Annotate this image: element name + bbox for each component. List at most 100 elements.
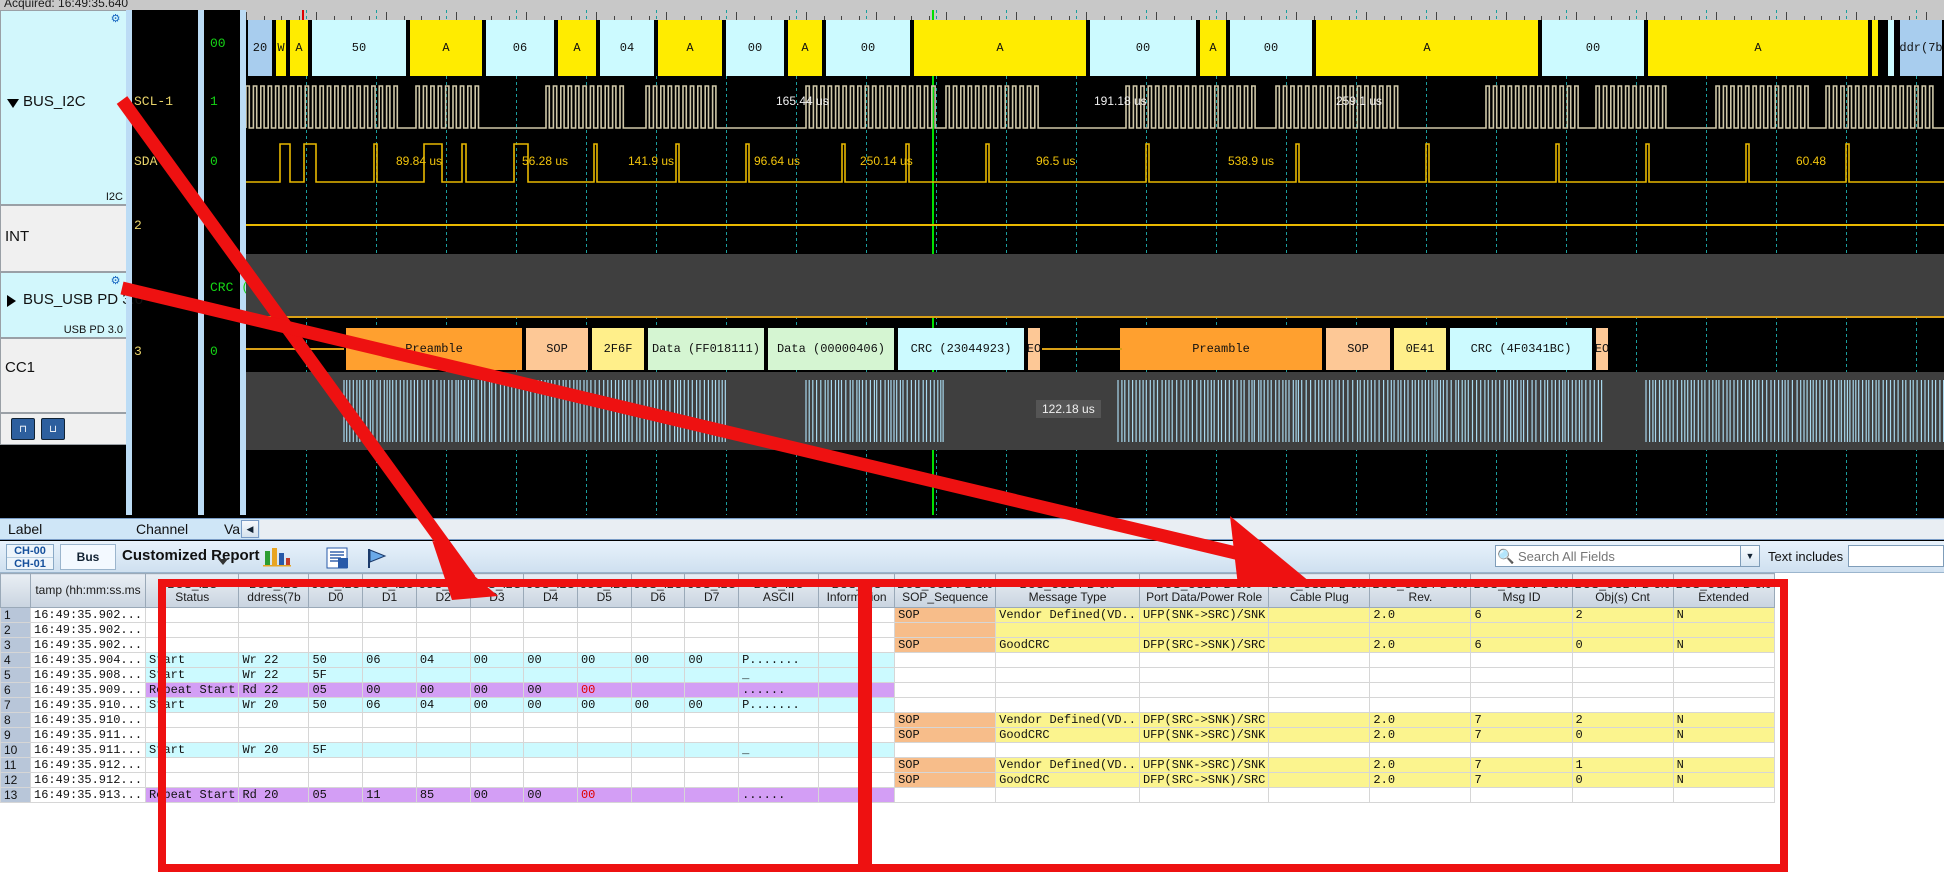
i2c-decode-block[interactable]: A: [656, 20, 724, 76]
table-row[interactable]: 1216:49:35.912...SOPGoodCRCDFP(SRC->SNK)…: [1, 773, 1775, 788]
usbpd-decode-block[interactable]: Preamble: [1118, 328, 1324, 370]
search-icon[interactable]: 🔍: [1497, 548, 1514, 565]
i2c-decode-block[interactable]: A: [288, 20, 310, 76]
usbpd-decode-block[interactable]: Preamble: [344, 328, 524, 370]
table-row[interactable]: 716:49:35.910...StartWr 2050060400000000…: [1, 698, 1775, 713]
search-input[interactable]: [1516, 545, 1731, 567]
bus-button[interactable]: Bus: [60, 544, 116, 570]
search-dropdown-button[interactable]: ▼: [1740, 545, 1760, 567]
table-row[interactable]: 316:49:35.902...SOPGoodCRCDFP(SRC->SNK)/…: [1, 638, 1775, 653]
table-row[interactable]: 1016:49:35.911...StartWr 205F_: [1, 743, 1775, 758]
text-includes-input[interactable]: [1848, 545, 1944, 567]
report-table-element[interactable]: tamp (hh:mm:ss.msBUS_I2CStatusBUS_I2Cddr…: [0, 573, 1775, 803]
gear-icon[interactable]: ⚙: [110, 14, 121, 25]
report-table[interactable]: tamp (hh:mm:ss.msBUS_I2CStatusBUS_I2Cddr…: [0, 573, 1944, 874]
run-flag-icon[interactable]: [358, 544, 392, 570]
col-i2c-9[interactable]: 3US_I2CD7: [685, 574, 739, 608]
col-usbpd-6[interactable]: BUS_USB PD 3.0Obj(s) Cnt: [1572, 574, 1673, 608]
i2c-decode-block[interactable]: Addr(7b): [1898, 20, 1944, 76]
table-row[interactable]: 616:49:35.909...Repeat StartRd 220500000…: [1, 683, 1775, 698]
i2c-marker2-icon[interactable]: ⊔: [41, 418, 65, 440]
col-i2c-2[interactable]: 3US_I2CD0: [309, 574, 363, 608]
i2c-decode-block[interactable]: A: [786, 20, 824, 76]
col-usbpd-3[interactable]: BUS_USB PD 3.0Cable Plug: [1269, 574, 1370, 608]
usbpd-decode-block[interactable]: Data (FF018111): [646, 328, 766, 370]
col-usbpd-2[interactable]: BUS_USB PD 3.0Port Data/Power Role: [1139, 574, 1268, 608]
i2c-decode-block[interactable]: 00: [1540, 20, 1646, 76]
i2c-decode-block[interactable]: 06: [484, 20, 556, 76]
i2c-decode-block[interactable]: A: [912, 20, 1088, 76]
channel-badge[interactable]: CH-00 CH-01: [6, 544, 54, 570]
col-i2c-7[interactable]: 3US_I2CD5: [577, 574, 631, 608]
usbpd-decode-block[interactable]: SOP: [524, 328, 590, 370]
report-toolbar[interactable]: CH-00 CH-01 Bus Customized Report 🔍 ▼ Te…: [0, 541, 1944, 573]
sidebar-item-bus-i2c[interactable]: ⚙ BUS_I2C I2C: [0, 10, 128, 205]
col-rownum[interactable]: [1, 574, 31, 608]
col-i2c-11[interactable]: BUS_I2CInformation: [819, 574, 895, 608]
table-row[interactable]: 1116:49:35.912...SOPVendor Defined(VD..U…: [1, 758, 1775, 773]
table-row[interactable]: 816:49:35.910...SOPVendor Defined(VD..DF…: [1, 713, 1775, 728]
col-i2c-4[interactable]: 3US_I2CD2: [416, 574, 470, 608]
usbpd-decode-block[interactable]: EO: [1594, 328, 1610, 370]
col-i2c-0[interactable]: BUS_I2CStatus: [146, 574, 239, 608]
col-i2c-6[interactable]: 3US_I2CD4: [524, 574, 578, 608]
col-i2c-1[interactable]: BUS_I2Cddress(7b: [239, 574, 309, 608]
i2c-decode-block[interactable]: 04: [598, 20, 656, 76]
table-body[interactable]: 116:49:35.902...SOPVendor Defined(VD..UF…: [1, 608, 1775, 803]
i2c-decode-block[interactable]: W: [274, 20, 288, 76]
sidebar-item-bus-usbpd[interactable]: ⚙ BUS_USB PD 3.0 USB PD 3.0: [0, 272, 128, 338]
col-i2c-3[interactable]: 3US_I2CD1: [363, 574, 417, 608]
bar-chart-icon[interactable]: [258, 544, 292, 570]
scroll-left-button[interactable]: ◀: [241, 520, 259, 538]
i2c-decode-block[interactable]: 00: [724, 20, 786, 76]
i2c-decode-block[interactable]: 00: [824, 20, 912, 76]
i2c-decode-block[interactable]: [1886, 20, 1896, 76]
i2c-decode-block[interactable]: A: [1314, 20, 1540, 76]
table-row[interactable]: 116:49:35.902...SOPVendor Defined(VD..UF…: [1, 608, 1775, 623]
trigger-cursor[interactable]: [302, 10, 304, 20]
table-row[interactable]: 516:49:35.908...StartWr 225F_: [1, 668, 1775, 683]
i2c-marker-icon[interactable]: ⊓: [11, 418, 35, 440]
table-row[interactable]: 216:49:35.902...: [1, 623, 1775, 638]
i2c-decode-block[interactable]: A: [1646, 20, 1870, 76]
col-i2c-8[interactable]: 3US_I2CD6: [631, 574, 685, 608]
customized-report-label[interactable]: Customized Report: [122, 547, 260, 564]
sidebar-item-int[interactable]: INT: [0, 205, 128, 272]
waveform-plot[interactable]: 20WA50A06A04A00A00A00A00A00AAddr(7b) 165…: [246, 10, 1944, 515]
col-usbpd-5[interactable]: BUS_USB PD 3.0Msg ID: [1471, 574, 1572, 608]
col-i2c-10[interactable]: BUS_I2CASCII: [739, 574, 819, 608]
i2c-decode-block[interactable]: 50: [310, 20, 408, 76]
export-report-icon[interactable]: [320, 544, 354, 570]
i2c-decode-block[interactable]: A: [1198, 20, 1228, 76]
waveform-area[interactable]: ⚙ BUS_I2C I2C INT ⚙ BUS_USB PD 3.0 USB P…: [0, 10, 1944, 515]
usbpd-decode-block[interactable]: 2F6F: [590, 328, 646, 370]
chevron-down-icon[interactable]: [218, 559, 228, 565]
usbpd-decode-block[interactable]: SOP: [1324, 328, 1392, 370]
table-row[interactable]: 916:49:35.911...SOPGoodCRCUFP(SNK->SRC)/…: [1, 728, 1775, 743]
usbpd-decode-block[interactable]: CRC (4F0341BC): [1448, 328, 1594, 370]
i2c-decode-block[interactable]: [1870, 20, 1880, 76]
sidebar-item-cc1[interactable]: CC1: [0, 338, 128, 413]
col-usbpd-0[interactable]: BUS_USB PD 3.0SOP_Sequence: [895, 574, 996, 608]
col-usbpd-7[interactable]: BUS_USB PD 3.0Extended: [1673, 574, 1774, 608]
col-i2c-5[interactable]: 3US_I2CD3: [470, 574, 524, 608]
i2c-decode-block[interactable]: A: [408, 20, 484, 76]
chevron-right-icon[interactable]: [7, 295, 16, 307]
col-timestamp[interactable]: tamp (hh:mm:ss.ms: [31, 574, 146, 608]
chevron-down-icon[interactable]: [7, 99, 19, 108]
table-row[interactable]: 416:49:35.904...StartWr 2250060400000000…: [1, 653, 1775, 668]
scrollbar-track[interactable]: [260, 520, 1944, 539]
i2c-decode-block[interactable]: A: [556, 20, 598, 76]
i2c-decode-block[interactable]: 20: [246, 20, 274, 76]
col-usbpd-4[interactable]: BUS_USB PD 3.0Rev.: [1370, 574, 1471, 608]
col-usbpd-1[interactable]: BUS_USB PD 3.0Message Type: [996, 574, 1140, 608]
usbpd-decode-block[interactable]: Data (00000406): [766, 328, 896, 370]
usbpd-decode-block[interactable]: 0E41: [1392, 328, 1448, 370]
i2c-decode-block[interactable]: 00: [1228, 20, 1314, 76]
usbpd-decode-block[interactable]: CRC (23044923): [896, 328, 1026, 370]
table-row[interactable]: 1316:49:35.913...Repeat StartRd 20051185…: [1, 788, 1775, 803]
i2c-decode-block[interactable]: 00: [1088, 20, 1198, 76]
usbpd-decode-block[interactable]: EO: [1026, 328, 1042, 370]
time-ruler[interactable]: [246, 10, 1944, 20]
gear-icon[interactable]: ⚙: [110, 276, 121, 287]
